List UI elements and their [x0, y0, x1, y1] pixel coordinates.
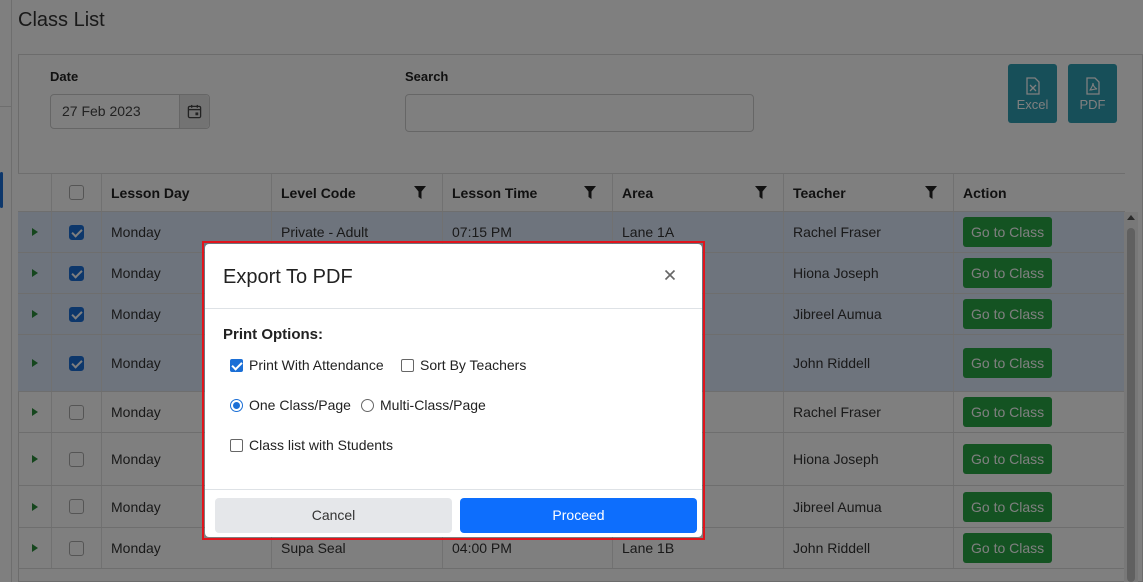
modal-body: Print Options: Print With Attendance Sor… [205, 310, 702, 489]
sort-by-teachers-checkbox[interactable] [401, 358, 414, 372]
modal-header: Export To PDF [205, 244, 702, 309]
sort-by-teachers-label: Sort By Teachers [420, 357, 527, 373]
class-list-with-students-option[interactable]: Class list with Students [230, 437, 393, 453]
multi-class-per-page-option[interactable]: Multi-Class/Page [361, 397, 486, 413]
print-options-title: Print Options: [223, 326, 323, 343]
one-class-per-page-option[interactable]: One Class/Page [230, 397, 351, 413]
class-list-with-students-checkbox[interactable] [230, 438, 243, 452]
proceed-button[interactable]: Proceed [460, 498, 697, 533]
multi-class-per-page-radio[interactable] [361, 398, 374, 412]
cancel-button[interactable]: Cancel [215, 498, 452, 533]
sort-by-teachers-option[interactable]: Sort By Teachers [401, 357, 526, 373]
print-with-attendance-checkbox[interactable] [230, 358, 243, 372]
print-with-attendance-label: Print With Attendance [249, 357, 384, 373]
print-with-attendance-option[interactable]: Print With Attendance [230, 357, 384, 373]
one-class-per-page-label: One Class/Page [249, 397, 351, 413]
close-icon[interactable] [662, 267, 678, 283]
modal-footer: Cancel Proceed [205, 489, 702, 537]
modal-title: Export To PDF [223, 266, 353, 288]
one-class-per-page-radio[interactable] [230, 398, 243, 412]
export-pdf-modal: Export To PDF Print Options: Print With … [205, 244, 702, 537]
multi-class-per-page-label: Multi-Class/Page [380, 397, 486, 413]
class-list-with-students-label: Class list with Students [249, 437, 393, 453]
